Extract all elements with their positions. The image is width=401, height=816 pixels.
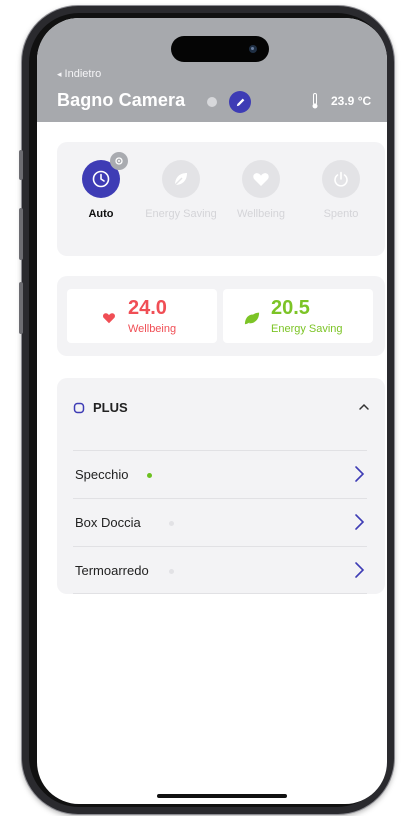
back-button[interactable]: ◂ Indietro: [57, 68, 101, 80]
mode-auto-circle: [82, 152, 128, 198]
mode-label: Auto: [88, 208, 114, 220]
thermometer-icon: [312, 93, 318, 109]
plus-title: PLUS: [93, 400, 128, 415]
gear-icon: [115, 157, 123, 165]
room-header: ◂ Indietro Bagno Camera 23.9 °C: [37, 18, 387, 122]
back-label: Indietro: [64, 68, 102, 80]
heart-icon: [253, 173, 269, 186]
camera-icon: [249, 45, 257, 53]
plus-item-specchio[interactable]: Specchio: [73, 450, 367, 498]
home-indicator[interactable]: [157, 794, 287, 798]
mode-wellbeing[interactable]: Wellbeing: [221, 160, 301, 221]
wellbeing-value: 24.0: [128, 297, 167, 319]
plus-item-label: Specchio: [75, 467, 129, 482]
page-title: Bagno Camera: [57, 90, 186, 110]
setpoint-card: 24.0 Wellbeing 20.5 Energy Saving: [57, 276, 385, 356]
leaf-icon: [174, 173, 187, 186]
dynamic-island: [171, 36, 269, 62]
side-button: [19, 208, 23, 260]
mode-auto[interactable]: Auto: [61, 152, 141, 221]
mode-energy-saving[interactable]: Energy Saving: [141, 160, 221, 221]
chevron-right-icon: [355, 562, 365, 578]
power-icon: [334, 171, 348, 187]
plus-item-label: Termoarredo: [75, 563, 149, 578]
plus-item-label: Box Doccia: [75, 515, 141, 530]
mode-wellbeing-circle: [242, 160, 280, 198]
mode-spento[interactable]: Spento: [301, 160, 381, 221]
mode-label: Wellbeing: [236, 208, 286, 220]
chevron-right-icon: [355, 514, 365, 530]
mode-label: Energy Saving: [145, 208, 217, 220]
mode-label: Spento: [323, 208, 359, 220]
wellbeing-label: Wellbeing: [128, 323, 177, 335]
plus-item-box-doccia[interactable]: Box Doccia: [73, 498, 367, 546]
heart-icon: [103, 313, 115, 324]
clock-icon: [92, 170, 110, 188]
plus-item-termoarredo[interactable]: Termoarredo: [73, 546, 367, 594]
side-button: [19, 150, 23, 180]
plus-header[interactable]: PLUS: [73, 400, 128, 415]
list-divider: [73, 593, 367, 594]
status-dot: [169, 521, 174, 526]
side-button: [19, 282, 23, 334]
wellbeing-setpoint[interactable]: 24.0 Wellbeing: [67, 289, 217, 343]
energy-saving-setpoint[interactable]: 20.5 Energy Saving: [223, 289, 373, 343]
app-screen: ◂ Indietro Bagno Camera 23.9 °C Auto Ene…: [37, 18, 387, 804]
settings-badge[interactable]: [110, 152, 128, 170]
edit-button[interactable]: [229, 91, 251, 113]
energy-saving-label: Energy Saving: [271, 323, 343, 335]
mode-selector: Auto Energy Saving Wellbeing Spento: [57, 142, 385, 256]
plus-section: PLUS Specchio Box Doccia Termoarredo: [57, 378, 385, 594]
chevron-left-icon: ◂: [57, 69, 62, 79]
chevron-up-icon[interactable]: [357, 400, 371, 414]
mode-energy-saving-circle: [162, 160, 200, 198]
status-dot: [147, 473, 152, 478]
chevron-right-icon: [355, 466, 365, 482]
plus-module-icon: [73, 402, 85, 414]
energy-saving-value: 20.5: [271, 297, 310, 319]
leaf-icon: [244, 312, 260, 325]
pencil-icon: [236, 98, 244, 106]
connection-status-dot: [207, 97, 217, 107]
mode-spento-circle: [322, 160, 360, 198]
status-dot: [169, 569, 174, 574]
room-temperature: 23.9 °C: [331, 94, 372, 108]
